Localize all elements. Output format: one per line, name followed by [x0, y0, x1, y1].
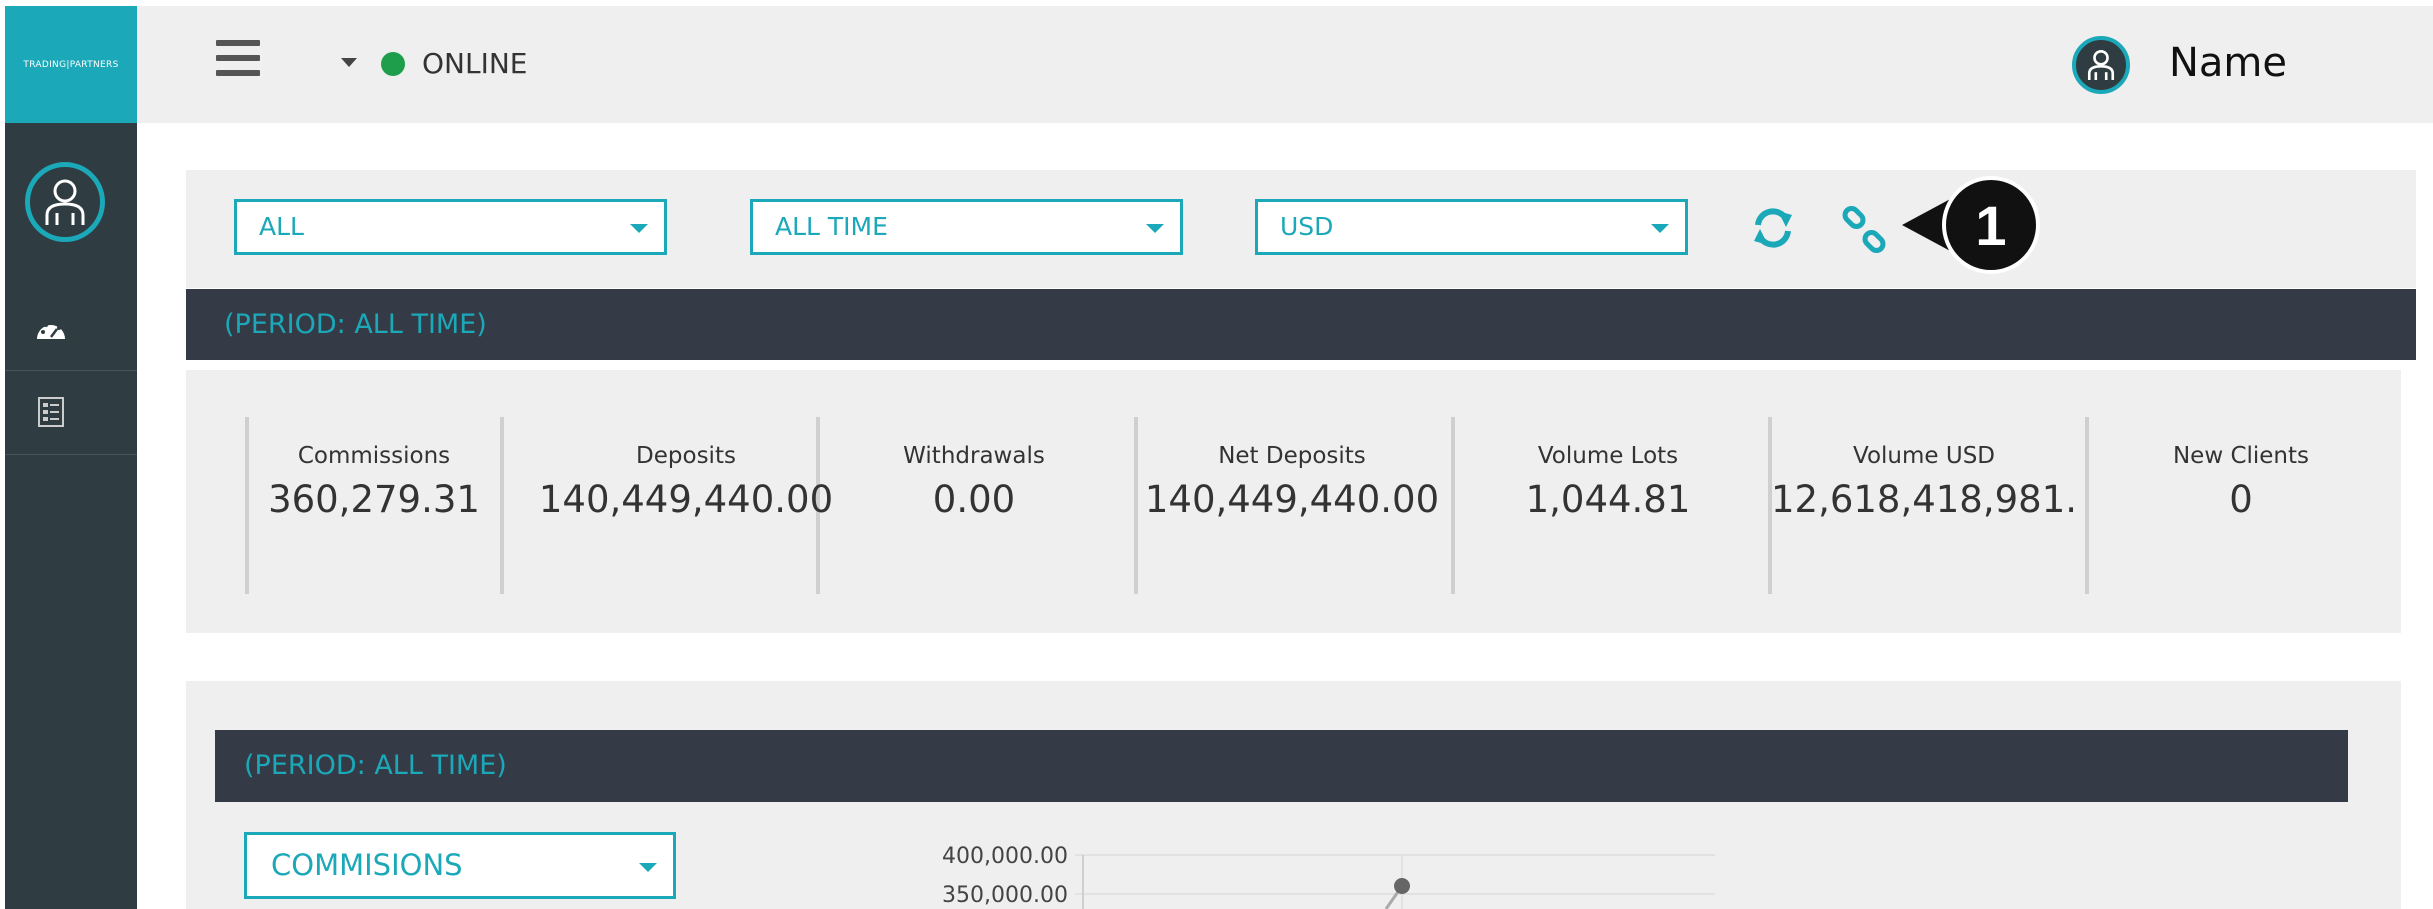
stat-value: 1,044.81	[1525, 478, 1691, 521]
stat-value: 0	[2229, 478, 2253, 521]
user-icon	[2087, 50, 2115, 80]
stat-value: 140,449,440.00	[1144, 478, 1440, 521]
stat-label: New Clients	[2172, 443, 2310, 469]
status-text[interactable]: ONLINE	[422, 47, 527, 80]
chart-metric-value: COMMISIONS	[271, 848, 463, 882]
sidebar-avatar[interactable]	[25, 162, 105, 242]
chevron-down-icon	[1146, 224, 1164, 233]
chevron-down-icon	[1651, 224, 1669, 233]
chart-metric-select[interactable]: COMMISIONS	[244, 832, 676, 899]
account-select-value: ALL	[259, 212, 304, 241]
period-select[interactable]: ALL TIME	[750, 199, 1183, 255]
header-avatar[interactable]	[2072, 36, 2130, 94]
stat-label: Withdrawals	[903, 443, 1045, 469]
period-select-value: ALL TIME	[775, 212, 888, 241]
y-tick-label: 350,000.00	[942, 883, 1068, 908]
commissions-line-chart: 400,000.00 350,000.00	[942, 844, 1715, 909]
y-tick-label: 400,000.00	[942, 844, 1068, 869]
stat-label: Volume Lots	[1537, 443, 1679, 469]
currency-select[interactable]: USD	[1255, 199, 1688, 255]
status-dropdown-caret[interactable]	[341, 58, 357, 67]
sidebar-item-dashboard[interactable]	[35, 312, 67, 344]
refresh-icon[interactable]	[1750, 205, 1796, 251]
brand-logo[interactable]: TRADING|PARTNERS	[5, 6, 137, 123]
account-select[interactable]: ALL	[234, 199, 667, 255]
sidebar	[5, 6, 137, 909]
stat-value: 140,449,440.00	[538, 478, 834, 521]
callout-badge: 1	[1942, 176, 2040, 274]
stat-label: Net Deposits	[1218, 443, 1366, 469]
link-icon[interactable]	[1840, 205, 1890, 255]
user-name[interactable]: Name	[2169, 40, 2287, 86]
sidebar-divider	[5, 370, 137, 371]
online-status-dot	[381, 52, 405, 76]
dashboard-icon	[37, 321, 65, 339]
sidebar-divider	[5, 454, 137, 455]
stat-value: 0.00	[932, 478, 1016, 521]
summary-period-label: (PERIOD: ALL TIME)	[224, 309, 487, 340]
chart-period-label: (PERIOD: ALL TIME)	[244, 750, 507, 781]
report-icon	[38, 397, 64, 427]
sidebar-item-reports[interactable]	[35, 396, 67, 428]
stat-value: 360,279.31	[268, 478, 480, 521]
stat-value: 12,618,418,981.	[1771, 478, 2077, 521]
summary-period-bar: (PERIOD: ALL TIME)	[186, 289, 2416, 360]
stat-label: Commissions	[297, 443, 451, 469]
data-point[interactable]	[1394, 877, 1410, 894]
chart-period-bar: (PERIOD: ALL TIME)	[215, 730, 2348, 802]
stat-label: Deposits	[636, 443, 736, 469]
currency-select-value: USD	[1280, 212, 1334, 241]
menu-icon[interactable]	[216, 40, 260, 80]
stat-label: Volume USD	[1853, 443, 1995, 469]
chevron-down-icon	[630, 224, 648, 233]
chevron-down-icon	[639, 863, 657, 872]
user-icon	[45, 179, 85, 225]
